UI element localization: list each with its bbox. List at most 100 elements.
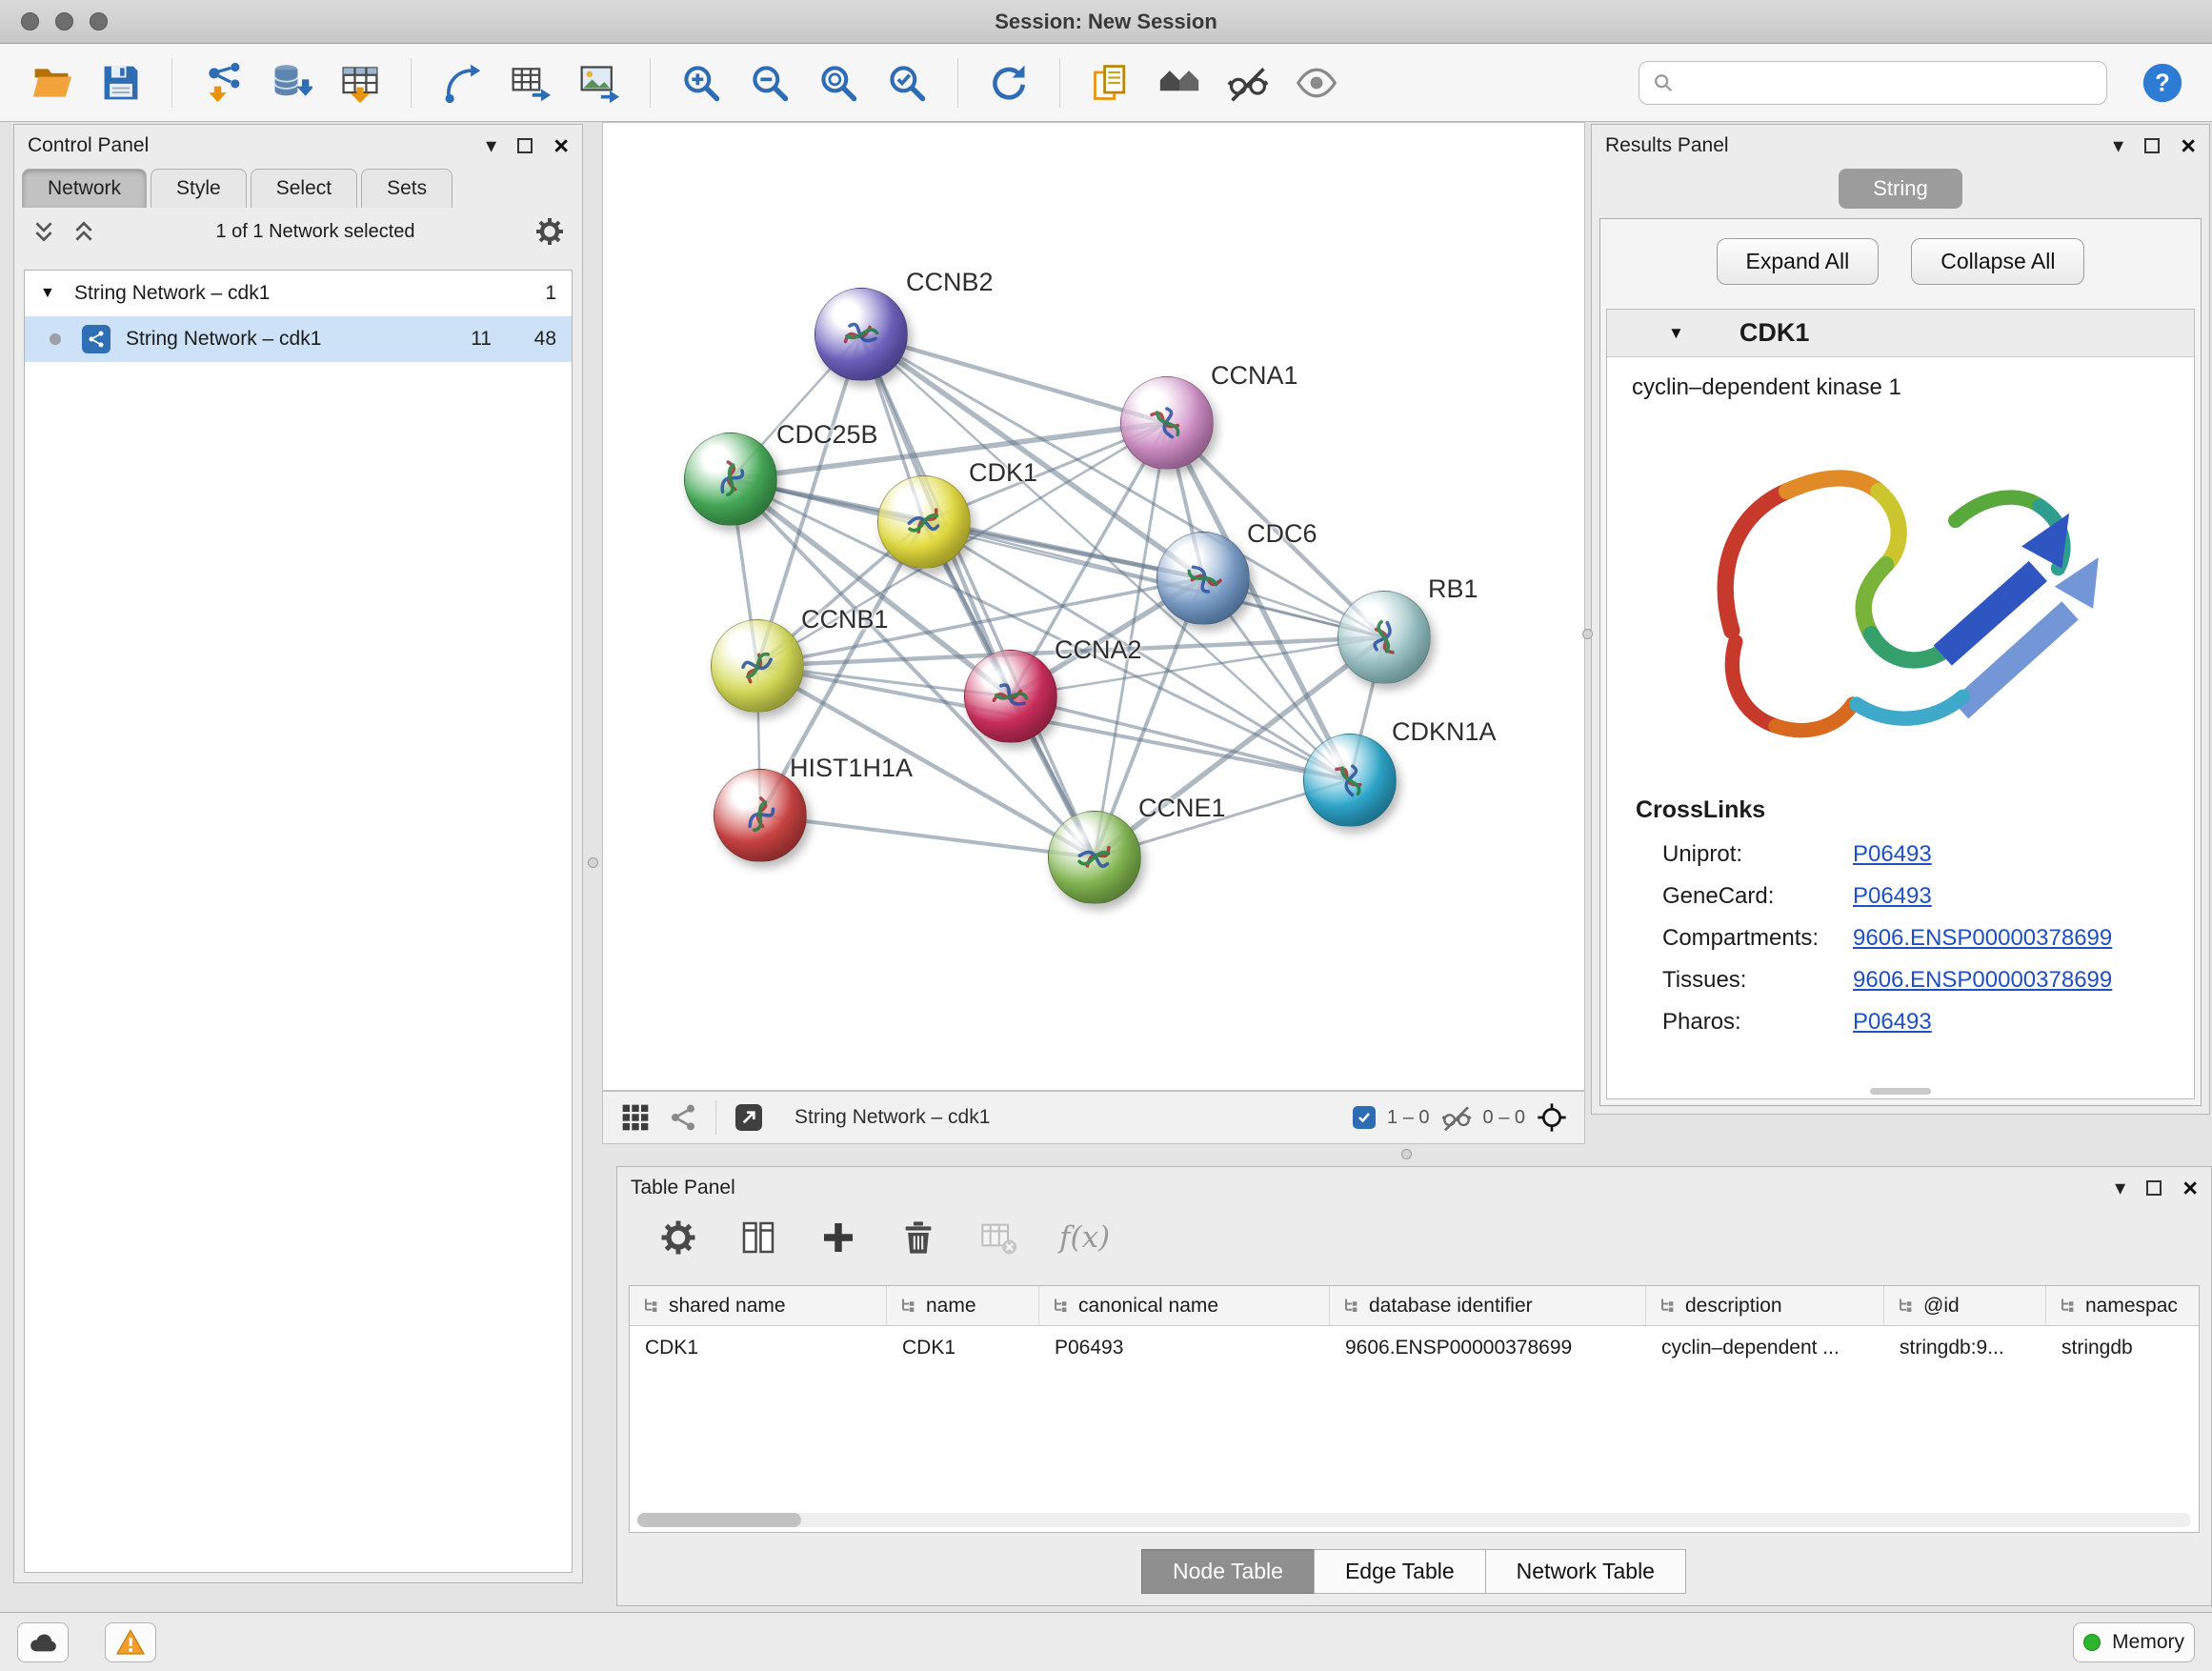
column-header[interactable]: database identifier (1330, 1286, 1646, 1325)
tab-select[interactable]: Select (251, 169, 357, 208)
zoom-fit-button[interactable] (811, 55, 866, 111)
network-node-RB1[interactable] (1337, 591, 1431, 684)
column-header[interactable]: name (887, 1286, 1039, 1325)
horizontal-scrollbar[interactable] (637, 1513, 2191, 1527)
network-options-button[interactable] (534, 216, 565, 247)
panel-collapse-icon[interactable]: ▾ (2115, 1178, 2125, 1198)
zoom-in-button[interactable] (674, 55, 729, 111)
hide-glasses-button[interactable] (1220, 55, 1276, 111)
network-node-CDC6[interactable] (1156, 532, 1250, 625)
crosslink-link[interactable]: P06493 (1853, 1009, 1932, 1036)
disclosure-triangle-icon[interactable]: ▼ (1668, 324, 1684, 343)
tab-network[interactable]: Network (22, 169, 147, 208)
memory-button[interactable]: Memory (2073, 1622, 2195, 1662)
panel-close-icon[interactable]: × (553, 131, 569, 161)
duplicate-view-button[interactable] (1083, 55, 1138, 111)
maximize-window-button[interactable] (90, 12, 108, 30)
show-eye-button[interactable] (1289, 55, 1344, 111)
network-edge[interactable] (760, 815, 1095, 857)
table-options-button[interactable] (659, 1218, 697, 1257)
tab-edge-table[interactable]: Edge Table (1314, 1549, 1486, 1594)
panel-float-icon[interactable] (2146, 1180, 2162, 1196)
import-network-from-database-button[interactable] (264, 55, 319, 111)
panel-close-icon[interactable]: × (2181, 131, 2196, 161)
show-columns-button[interactable] (739, 1218, 777, 1257)
expand-all-button[interactable]: Expand All (1717, 238, 1880, 285)
network-node-CCNB2[interactable] (814, 288, 908, 381)
zoom-out-button[interactable] (742, 55, 797, 111)
scrollbar-thumb[interactable] (637, 1513, 801, 1527)
close-window-button[interactable] (21, 12, 39, 30)
search-input[interactable] (1683, 71, 2093, 94)
delete-column-button[interactable] (899, 1218, 937, 1257)
network-node-CCNE1[interactable] (1048, 811, 1141, 904)
collapse-tree-icon[interactable] (71, 219, 96, 244)
create-column-button[interactable] (819, 1218, 857, 1257)
network-from-selection-button[interactable] (434, 55, 490, 111)
detach-view-icon[interactable] (734, 1102, 764, 1133)
zoom-selected-button[interactable] (879, 55, 935, 111)
crosslink-link[interactable]: P06493 (1853, 883, 1932, 910)
network-node-CDK1[interactable] (877, 475, 971, 569)
cloud-status-button[interactable] (17, 1622, 69, 1662)
column-header[interactable]: canonical name (1039, 1286, 1330, 1325)
disclosure-triangle-icon[interactable]: ▼ (40, 285, 63, 302)
tab-network-table[interactable]: Network Table (1485, 1549, 1686, 1594)
column-header[interactable]: shared name (630, 1286, 887, 1325)
panel-collapse-icon[interactable]: ▾ (2113, 135, 2123, 156)
tab-style[interactable]: Style (151, 169, 247, 208)
expand-tree-icon[interactable] (31, 219, 56, 244)
tab-node-table[interactable]: Node Table (1141, 1549, 1315, 1594)
help-button[interactable]: ? (2138, 58, 2187, 108)
table-cell[interactable]: stringdb (2046, 1337, 2200, 1359)
import-table-from-file-button[interactable] (332, 55, 388, 111)
export-image-button[interactable] (572, 55, 627, 111)
network-node-CCNA2[interactable] (964, 650, 1057, 743)
share-view-icon[interactable] (668, 1102, 698, 1133)
table-cell[interactable]: P06493 (1039, 1337, 1330, 1359)
selected-checkbox[interactable] (1353, 1106, 1376, 1129)
network-row-selected[interactable]: String Network – cdk1 11 48 (25, 316, 572, 362)
panel-close-icon[interactable]: × (2182, 1174, 2198, 1203)
table-cell[interactable]: stringdb:9... (1884, 1337, 2046, 1359)
network-collection-row[interactable]: ▼ String Network – cdk1 1 (25, 271, 572, 316)
function-builder-button[interactable]: f(x) (1059, 1220, 1110, 1255)
panel-float-icon[interactable] (517, 138, 533, 153)
grid-view-icon[interactable] (620, 1102, 651, 1133)
table-data-row[interactable]: CDK1CDK1P064939606.ENSP00000378699cyclin… (630, 1326, 2199, 1370)
table-cell[interactable]: cyclin–dependent ... (1646, 1337, 1884, 1359)
crosshair-icon[interactable] (1537, 1102, 1567, 1133)
network-node-CDC25B[interactable] (684, 433, 777, 526)
splitter-handle[interactable] (1582, 629, 1593, 639)
panel-float-icon[interactable] (2144, 138, 2160, 153)
minimize-window-button[interactable] (55, 12, 73, 30)
splitter-handle[interactable] (588, 857, 598, 868)
network-node-CDKN1A[interactable] (1303, 734, 1397, 827)
scrollbar-hint[interactable] (1870, 1088, 1931, 1095)
column-header[interactable]: namespac (2046, 1286, 2200, 1325)
column-header[interactable]: @id (1884, 1286, 2046, 1325)
open-session-button[interactable] (25, 55, 80, 111)
warnings-button[interactable] (105, 1622, 156, 1662)
panel-collapse-icon[interactable]: ▾ (486, 135, 496, 156)
network-canvas[interactable]: CCNB2CCNA1CDC25BCDK1CDC6RB1CCNB1CCNA2CDK… (602, 122, 1585, 1091)
splitter-handle[interactable] (1401, 1149, 1412, 1159)
save-session-button[interactable] (93, 55, 149, 111)
network-node-CCNB1[interactable] (711, 619, 804, 713)
tab-sets[interactable]: Sets (361, 169, 452, 208)
protein-section-header[interactable]: ▼ CDK1 (1607, 310, 2194, 357)
collapse-all-button[interactable]: Collapse All (1911, 238, 2084, 285)
crosslink-link[interactable]: 9606.ENSP00000378699 (1853, 925, 2112, 952)
import-network-from-file-button[interactable] (195, 55, 251, 111)
string-home-button[interactable] (1152, 55, 1207, 111)
crosslink-link[interactable]: P06493 (1853, 841, 1932, 868)
crosslink-link[interactable]: 9606.ENSP00000378699 (1853, 967, 2112, 994)
export-table-button[interactable] (503, 55, 558, 111)
table-cell[interactable]: CDK1 (630, 1337, 887, 1359)
table-cell[interactable]: 9606.ENSP00000378699 (1330, 1337, 1646, 1359)
apply-layout-button[interactable] (981, 55, 1036, 111)
table-cell[interactable]: CDK1 (887, 1337, 1039, 1359)
column-header[interactable]: description (1646, 1286, 1884, 1325)
network-node-CCNA1[interactable] (1120, 376, 1214, 470)
tab-string[interactable]: String (1839, 169, 1961, 209)
